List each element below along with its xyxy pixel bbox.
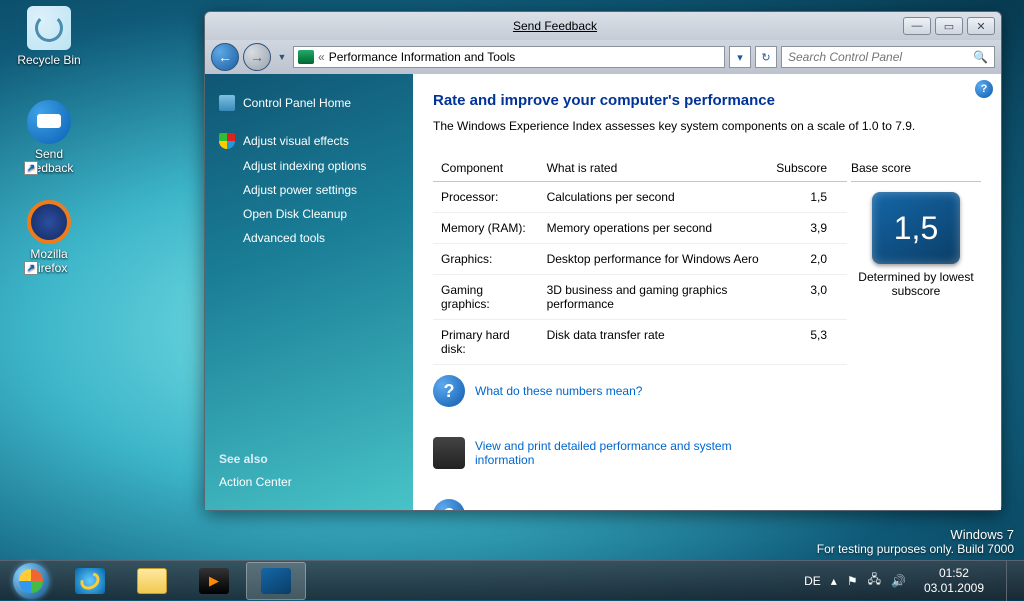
sidebar-item-power[interactable]: Adjust power settings — [219, 178, 399, 202]
content-pane: ? Rate and improve your computer's perfo… — [413, 74, 1001, 510]
col-subscore: Subscore — [768, 155, 847, 182]
shortcut-arrow-icon: ↗ — [24, 261, 38, 275]
address-bar[interactable]: « Performance Information and Tools — [293, 46, 725, 68]
titlebar[interactable]: Send Feedback — ▭ ✕ — [205, 12, 1001, 40]
firefox-icon — [27, 200, 71, 244]
table-row: Gaming graphics:3D business and gaming g… — [433, 275, 847, 320]
address-title: Performance Information and Tools — [329, 50, 516, 64]
table-row: Graphics:Desktop performance for Windows… — [433, 244, 847, 275]
maximize-button[interactable]: ▭ — [935, 17, 963, 35]
clock-time: 01:52 — [924, 566, 984, 580]
taskbar: DE ▴ ⚑ 🖧 🔊 01:52 03.01.2009 — [0, 560, 1024, 600]
control-panel-window: Send Feedback — ▭ ✕ ← → ▼ « Performance … — [204, 11, 1002, 511]
media-player-icon — [199, 568, 229, 594]
page-title: Rate and improve your computer's perform… — [433, 92, 981, 109]
feedback-icon — [27, 100, 71, 144]
link-numbers-mean[interactable]: What do these numbers mean? — [475, 384, 642, 398]
base-score-caption: Determined by lowest subscore — [851, 270, 981, 298]
table-row: Processor:Calculations per second1,5 — [433, 182, 847, 213]
back-button[interactable]: ← — [211, 43, 239, 71]
help-icon: ? — [433, 499, 465, 510]
link-tips[interactable]: Tips for improving your computer's perfo… — [475, 508, 732, 510]
ie-icon — [75, 568, 105, 594]
table-row: Memory (RAM):Memory operations per secon… — [433, 213, 847, 244]
shortcut-arrow-icon: ↗ — [24, 161, 38, 175]
performance-icon — [261, 568, 291, 594]
col-base-score: Base score — [851, 155, 981, 182]
start-button[interactable] — [4, 561, 58, 601]
toolbar: ← → ▼ « Performance Information and Tool… — [205, 40, 1001, 74]
tray-show-hidden-icon[interactable]: ▴ — [831, 574, 837, 588]
taskbar-explorer[interactable] — [122, 562, 182, 600]
address-dropdown[interactable]: ▾ — [729, 46, 751, 68]
page-description: The Windows Experience Index assesses ke… — [433, 119, 981, 133]
nav-history-dropdown[interactable]: ▼ — [275, 43, 289, 71]
tray-network-icon[interactable]: 🖧 — [868, 570, 881, 591]
help-icon: ? — [433, 375, 465, 407]
taskbar-media-player[interactable] — [184, 562, 244, 600]
taskbar-ie[interactable] — [60, 562, 120, 600]
forward-button[interactable]: → — [243, 43, 271, 71]
explorer-icon — [137, 568, 167, 594]
printer-icon — [433, 437, 465, 469]
desktop-icon-firefox[interactable]: ↗ Mozilla Firefox — [12, 200, 86, 275]
minimize-button[interactable]: — — [903, 17, 931, 35]
desktop-icon-send-feedback[interactable]: ↗ Send feedback — [12, 100, 86, 175]
tray-flag-icon[interactable]: ⚑ — [847, 574, 858, 588]
sidebar-item-indexing[interactable]: Adjust indexing options — [219, 154, 399, 178]
sidebar-action-center[interactable]: Action Center — [219, 470, 399, 494]
tray-clock[interactable]: 01:52 03.01.2009 — [916, 566, 992, 595]
col-what: What is rated — [539, 155, 769, 182]
breadcrumb-chevrons: « — [318, 50, 325, 64]
search-icon[interactable]: 🔍 — [973, 50, 988, 64]
build-watermark: Windows 7 For testing purposes only. Bui… — [817, 527, 1014, 556]
control-panel-home-link[interactable]: Control Panel Home — [219, 90, 399, 116]
sidebar-item-advanced-tools[interactable]: Advanced tools — [219, 226, 399, 250]
desktop-icon-recycle-bin[interactable]: Recycle Bin — [12, 6, 86, 67]
recycle-bin-icon — [27, 6, 71, 50]
system-tray: DE ▴ ⚑ 🖧 🔊 01:52 03.01.2009 — [804, 561, 1020, 601]
tray-volume-icon[interactable]: 🔊 — [891, 574, 906, 588]
link-view-print[interactable]: View and print detailed performance and … — [475, 439, 743, 467]
help-button[interactable]: ? — [975, 80, 993, 98]
tray-language[interactable]: DE — [804, 574, 821, 588]
rating-table: Component What is rated Subscore Process… — [433, 155, 847, 365]
base-score-panel: Base score 1,5 Determined by lowest subs… — [851, 155, 981, 298]
refresh-button[interactable]: ↻ — [755, 46, 777, 68]
search-input[interactable] — [788, 50, 973, 64]
send-feedback-link[interactable]: Send Feedback — [513, 19, 597, 33]
clock-date: 03.01.2009 — [924, 581, 984, 595]
taskbar-performance-info[interactable] — [246, 562, 306, 600]
control-panel-icon — [298, 50, 314, 64]
table-row: Primary hard disk:Disk data transfer rat… — [433, 320, 847, 365]
home-icon — [219, 95, 235, 111]
close-button[interactable]: ✕ — [967, 17, 995, 35]
show-desktop-button[interactable] — [1006, 561, 1018, 601]
sidebar: Control Panel Home Adjust visual effects… — [205, 74, 413, 510]
base-score-value: 1,5 — [872, 192, 960, 264]
see-also-header: See also — [219, 452, 399, 466]
shield-icon — [219, 133, 235, 149]
windows-orb-icon — [13, 563, 49, 599]
sidebar-item-visual-effects[interactable]: Adjust visual effects — [219, 128, 399, 154]
search-box[interactable]: 🔍 — [781, 46, 995, 68]
sidebar-item-disk-cleanup[interactable]: Open Disk Cleanup — [219, 202, 399, 226]
col-component: Component — [433, 155, 539, 182]
desktop-icon-label: Recycle Bin — [12, 53, 86, 67]
